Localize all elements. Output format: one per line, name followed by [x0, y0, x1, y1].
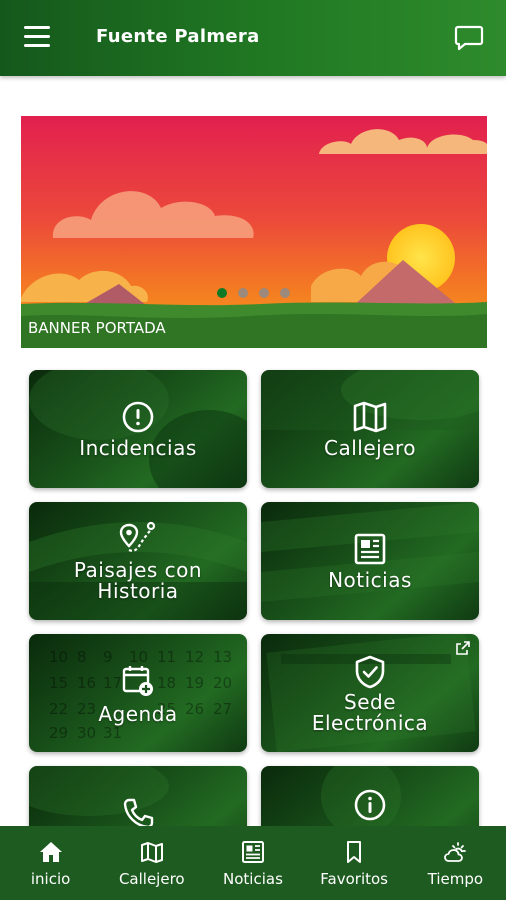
- carousel-dot[interactable]: [259, 288, 269, 298]
- svg-text:10: 10: [49, 648, 68, 666]
- banner-image: [21, 116, 487, 348]
- route-pin-icon: [119, 521, 156, 552]
- tile-label: Paisajes con Historia: [73, 558, 203, 603]
- tile-paisajes-con-historia[interactable]: Paisajes con Historia: [29, 502, 247, 620]
- tile-noticias[interactable]: Noticias: [261, 502, 479, 620]
- tile-label: Noticias: [328, 568, 412, 592]
- external-link-icon: [456, 641, 470, 655]
- tile-label: Callejero: [323, 436, 417, 460]
- info-icon: [354, 789, 386, 821]
- bookmark-icon: [347, 841, 362, 863]
- nav-item-favoritos[interactable]: Favoritos: [304, 826, 404, 900]
- newspaper-icon: [354, 533, 386, 565]
- nav-label: Favoritos: [320, 870, 389, 888]
- tile-sede-electronica[interactable]: Sede Electrónica: [261, 634, 479, 752]
- map-icon: [353, 401, 387, 433]
- tile-agenda[interactable]: 10 8 9 10 11 12 13 15 16 17 18 19 20 22 23 25 26 27 29 3…: [29, 634, 247, 752]
- svg-text:12: 12: [185, 648, 204, 666]
- app-bar: Fuente Palmera: [0, 0, 506, 76]
- tile-label: Sede Electrónica: [311, 690, 429, 735]
- svg-text:29: 29: [49, 724, 68, 742]
- carousel-dot[interactable]: [217, 288, 227, 298]
- svg-text:17: 17: [103, 674, 122, 692]
- shield-check-icon: [355, 655, 385, 689]
- nav-item-callejero[interactable]: Callejero: [102, 826, 202, 900]
- svg-text:19: 19: [185, 674, 204, 692]
- svg-text:9: 9: [103, 648, 113, 666]
- nav-label: Callejero: [118, 870, 185, 888]
- carousel-pagination: [217, 288, 290, 298]
- weather-icon: [444, 842, 467, 862]
- carousel-dot[interactable]: [238, 288, 248, 298]
- tile-incidencias[interactable]: Incidencias: [29, 370, 247, 488]
- banner-carousel[interactable]: BANNER PORTADA: [21, 116, 487, 348]
- phone-icon: [123, 798, 154, 829]
- bottom-navigation: inicio Callejero Noticias Favoritos Tiem…: [0, 826, 506, 900]
- svg-text:8: 8: [77, 648, 87, 666]
- svg-text:31: 31: [103, 724, 122, 742]
- svg-text:30: 30: [77, 724, 96, 742]
- tile-label: Agenda: [98, 702, 178, 726]
- svg-text:18: 18: [157, 674, 176, 692]
- nav-item-noticias[interactable]: Noticias: [203, 826, 303, 900]
- svg-text:13: 13: [213, 648, 232, 666]
- tile-label: Incidencias: [79, 436, 197, 460]
- calendar-add-icon: [122, 666, 153, 696]
- nav-label: inicio: [30, 870, 71, 888]
- alert-circle-icon: [122, 401, 154, 433]
- svg-text:15: 15: [49, 674, 68, 692]
- chat-icon[interactable]: [454, 24, 484, 52]
- nav-label: Tiempo: [427, 870, 484, 888]
- nav-item-inicio[interactable]: inicio: [1, 826, 101, 900]
- nav-label: Noticias: [223, 870, 283, 888]
- carousel-dot[interactable]: [280, 288, 290, 298]
- svg-text:11: 11: [157, 648, 176, 666]
- tile-callejero[interactable]: Callejero: [261, 370, 479, 488]
- svg-text:16: 16: [77, 674, 96, 692]
- nav-item-tiempo[interactable]: Tiempo: [405, 826, 505, 900]
- newspaper-icon: [241, 841, 264, 863]
- svg-text:20: 20: [213, 674, 232, 692]
- home-icon: [39, 842, 62, 862]
- page-title: Fuente Palmera: [96, 26, 260, 47]
- menu-icon[interactable]: [24, 26, 50, 48]
- map-icon: [140, 842, 163, 863]
- banner-caption: BANNER PORTADA: [28, 319, 166, 337]
